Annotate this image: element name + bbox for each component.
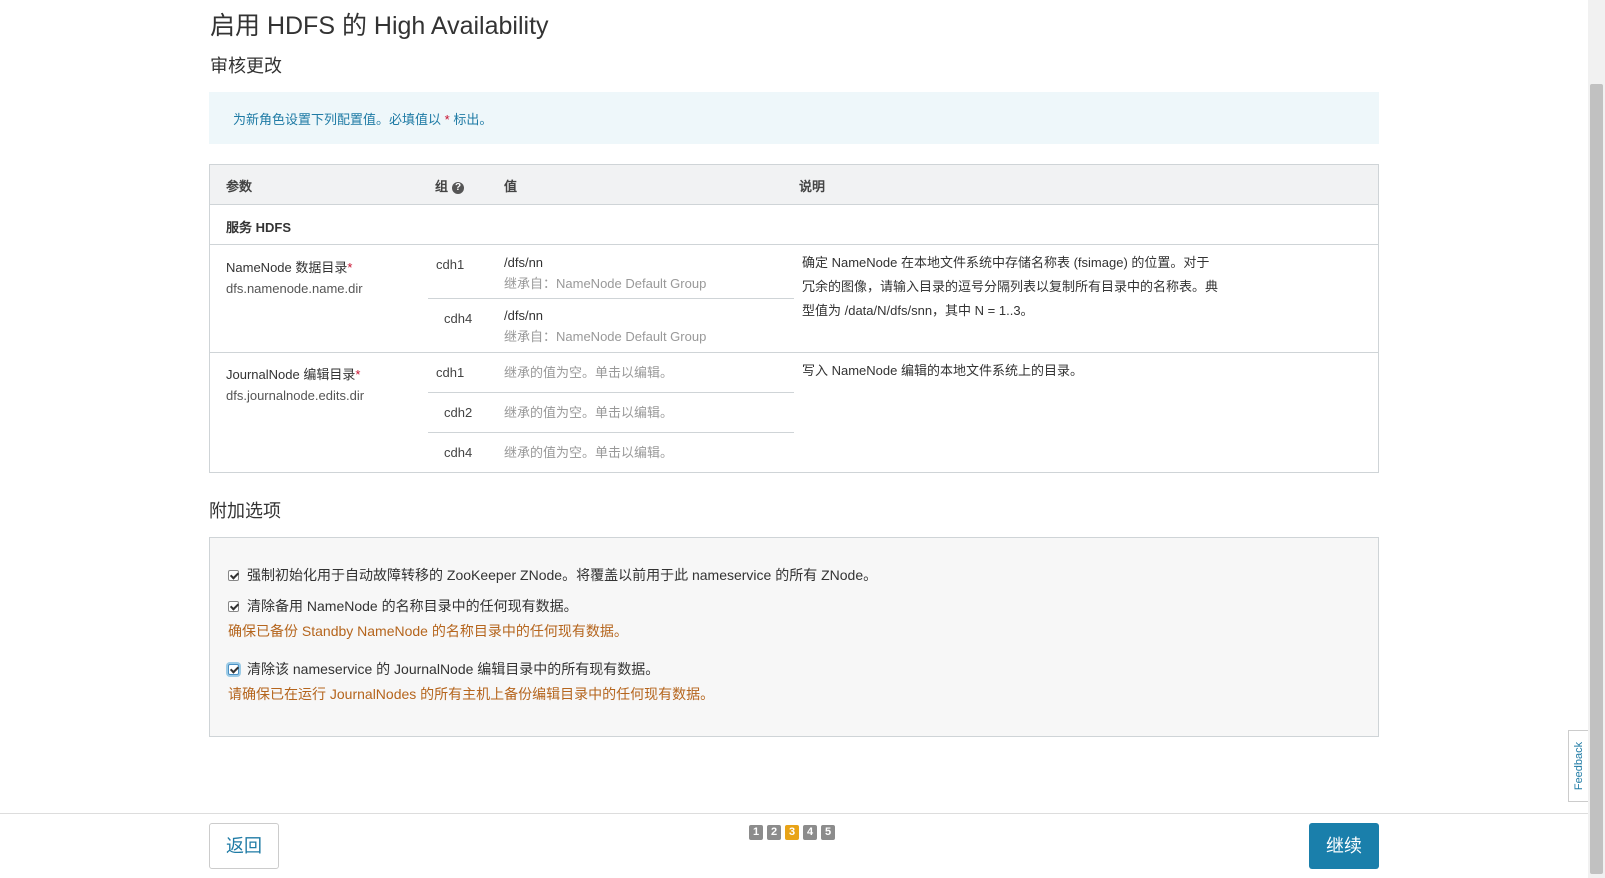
- header-group-label: 组: [435, 179, 449, 194]
- step-indicator: 12345: [749, 823, 839, 840]
- required-star: *: [347, 260, 353, 275]
- host-value-row[interactable]: cdh4 /dfs/nn 继承自：NameNode Default Group: [428, 299, 794, 353]
- step-2: 2: [767, 825, 781, 840]
- question-circle-icon[interactable]: ?: [452, 182, 465, 194]
- feedback-tab[interactable]: Feedback: [1568, 730, 1588, 802]
- inherit-text[interactable]: 继承的值为空。单击以编辑。: [504, 402, 673, 421]
- table-header: 参数 组? 值 说明: [210, 165, 1378, 205]
- service-label: 服务 HDFS: [226, 220, 292, 235]
- option-label: 强制初始化用于自动故障转移的 ZooKeeper ZNode。将覆盖以前用于此 …: [247, 567, 878, 583]
- inherit-text: 继承自：NameNode Default Group: [504, 329, 707, 344]
- page-title: 启用 HDFS 的 High Availability: [210, 12, 549, 40]
- inherit-text[interactable]: 继承的值为空。单击以编辑。: [504, 442, 673, 461]
- section-title-extra: 附加选项: [209, 501, 281, 521]
- option-clear-standby[interactable]: 清除备用 NameNode 的名称目录中的任何现有数据。: [228, 596, 578, 616]
- host-label: cdh2: [444, 405, 473, 420]
- continue-button[interactable]: 继续: [1309, 823, 1379, 869]
- param-description: 确定 NameNode 在本地文件系统中存储名称表 (fsimage) 的位置。…: [802, 255, 1219, 318]
- param-description: 写入 NameNode 编辑的本地文件系统上的目录。: [802, 363, 1083, 378]
- host-label: cdh4: [444, 445, 473, 460]
- param-name: JournalNode 编辑目录*: [226, 364, 360, 383]
- param-row-journalnode-dir: JournalNode 编辑目录* dfs.journalnode.edits.…: [210, 353, 1378, 473]
- host-label: cdh4: [444, 311, 473, 326]
- host-label: cdh1: [436, 365, 465, 380]
- checkbox[interactable]: [228, 601, 239, 612]
- info-text: 为新角色设置下列配置值。必填值以: [233, 112, 442, 127]
- scrollbar-thumb[interactable]: [1590, 84, 1603, 874]
- required-star: *: [444, 112, 450, 127]
- scrollbar[interactable]: [1588, 0, 1605, 878]
- step-4: 4: [803, 825, 817, 840]
- header-value: 值: [504, 179, 518, 194]
- header-param: 参数: [226, 179, 253, 194]
- value-text[interactable]: /dfs/nn: [504, 308, 543, 323]
- option-label: 清除备用 NameNode 的名称目录中的任何现有数据。: [247, 598, 578, 614]
- section-title-review: 审核更改: [210, 56, 282, 76]
- host-value-row[interactable]: cdh4 继承的值为空。单击以编辑。: [428, 433, 794, 473]
- param-key: dfs.journalnode.edits.dir: [226, 388, 365, 403]
- required-star: *: [355, 367, 361, 382]
- step-3-active: 3: [785, 825, 799, 840]
- param-name-label: NameNode 数据目录: [226, 260, 348, 275]
- host-label: cdh1: [436, 257, 465, 272]
- config-table: 参数 组? 值 说明 服务 HDFS NameNode 数据目录* dfs.na…: [209, 164, 1379, 473]
- host-value-row[interactable]: cdh1 继承的值为空。单击以编辑。: [428, 353, 794, 393]
- checkbox[interactable]: [228, 664, 239, 675]
- option-zookeeper-init[interactable]: 强制初始化用于自动故障转移的 ZooKeeper ZNode。将覆盖以前用于此 …: [228, 565, 877, 585]
- feedback-label: Feedback: [1572, 741, 1585, 791]
- back-button[interactable]: 返回: [209, 823, 279, 869]
- value-text[interactable]: /dfs/nn: [504, 255, 543, 270]
- step-5: 5: [821, 825, 835, 840]
- extra-options-panel: 强制初始化用于自动故障转移的 ZooKeeper ZNode。将覆盖以前用于此 …: [209, 537, 1379, 737]
- warning-text: 请确保已在运行 JournalNodes 的所有主机上备份编辑目录中的任何现有数…: [228, 686, 715, 702]
- header-description: 说明: [799, 179, 826, 194]
- param-row-namenode-dir: NameNode 数据目录* dfs.namenode.name.dir cdh…: [210, 245, 1378, 353]
- checkbox[interactable]: [228, 570, 239, 581]
- param-key: dfs.namenode.name.dir: [226, 281, 363, 296]
- host-value-row[interactable]: cdh1 /dfs/nn 继承自：NameNode Default Group: [428, 245, 794, 299]
- inherit-text: 继承自：NameNode Default Group: [504, 276, 707, 291]
- wizard-footer: 返回 12345 继续: [0, 813, 1588, 878]
- param-name: NameNode 数据目录*: [226, 257, 352, 276]
- header-group: 组?: [435, 176, 465, 195]
- param-name-label: JournalNode 编辑目录: [226, 367, 356, 382]
- service-row: 服务 HDFS: [210, 205, 1378, 245]
- option-clear-journalnode[interactable]: 清除该 nameservice 的 JournalNode 编辑目录中的所有现有…: [228, 659, 659, 679]
- host-value-row[interactable]: cdh2 继承的值为空。单击以编辑。: [428, 393, 794, 433]
- option-label: 清除该 nameservice 的 JournalNode 编辑目录中的所有现有…: [247, 661, 660, 677]
- inherit-text[interactable]: 继承的值为空。单击以编辑。: [504, 362, 673, 381]
- info-suffix: 标出。: [453, 112, 493, 127]
- warning-text: 确保已备份 Standby NameNode 的名称目录中的任何现有数据。: [228, 623, 628, 639]
- info-alert: 为新角色设置下列配置值。必填值以 * 标出。: [209, 92, 1379, 144]
- step-1: 1: [749, 825, 763, 840]
